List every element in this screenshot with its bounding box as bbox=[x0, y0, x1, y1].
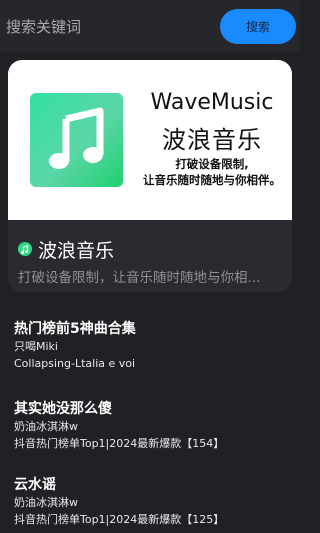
song-title: 其实她没那么傻 bbox=[14, 401, 112, 417]
song-album: Collapsing-Ltalia e voi bbox=[14, 357, 136, 370]
song-artist: 奶油冰淇淋w bbox=[14, 496, 78, 509]
music-note-glyph bbox=[21, 245, 29, 254]
music-logo bbox=[30, 93, 123, 187]
app-name-row: 波浪音乐 bbox=[18, 236, 114, 262]
brand-slogan: 打破设备限制, 让音乐随时随地与你相伴。 bbox=[128, 156, 292, 188]
brand-slogan-line1: 打破设备限制, bbox=[175, 157, 249, 171]
song-album: 抖音热门榜单Top1|2024最新爆款【125】 bbox=[14, 513, 225, 526]
search-input[interactable] bbox=[0, 5, 228, 49]
search-bar: 搜索 bbox=[0, 0, 300, 52]
list-item[interactable]: 云水谣 奶油冰淇淋w 抖音热门榜单Top1|2024最新爆款【125】 bbox=[14, 474, 290, 528]
brand-title-en: WaveMusic bbox=[150, 90, 274, 115]
list-item[interactable]: 其实她没那么傻 奶油冰淇淋w 抖音热门榜单Top1|2024最新爆款【154】 bbox=[14, 398, 290, 452]
search-button[interactable]: 搜索 bbox=[220, 9, 296, 44]
song-album: 抖音热门榜单Top1|2024最新爆款【154】 bbox=[14, 437, 225, 450]
app-name: 波浪音乐 bbox=[38, 239, 115, 262]
music-note-icon bbox=[49, 107, 104, 169]
song-title: 热门榜前5神曲合集 bbox=[14, 321, 136, 337]
brand-title-cn: 波浪音乐 bbox=[162, 126, 262, 154]
app-description: 打破设备限制，让音乐随时随地与你相... bbox=[18, 270, 261, 286]
song-artist: 奶油冰淇淋w bbox=[14, 420, 78, 433]
music-note-icon bbox=[18, 242, 32, 256]
brand-slogan-line2: 让音乐随时随地与你相伴。 bbox=[143, 173, 281, 187]
song-artist: 只喝Miki bbox=[14, 340, 58, 353]
featured-app-card[interactable]: WaveMusic 波浪音乐 打破设备限制, 让音乐随时随地与你相伴。 波浪音乐… bbox=[8, 60, 292, 292]
song-title: 云水谣 bbox=[14, 477, 56, 493]
app-banner: WaveMusic 波浪音乐 打破设备限制, 让音乐随时随地与你相伴。 bbox=[8, 60, 292, 220]
list-item[interactable]: 热门榜前5神曲合集 只喝Miki Collapsing-Ltalia e voi bbox=[14, 318, 290, 372]
